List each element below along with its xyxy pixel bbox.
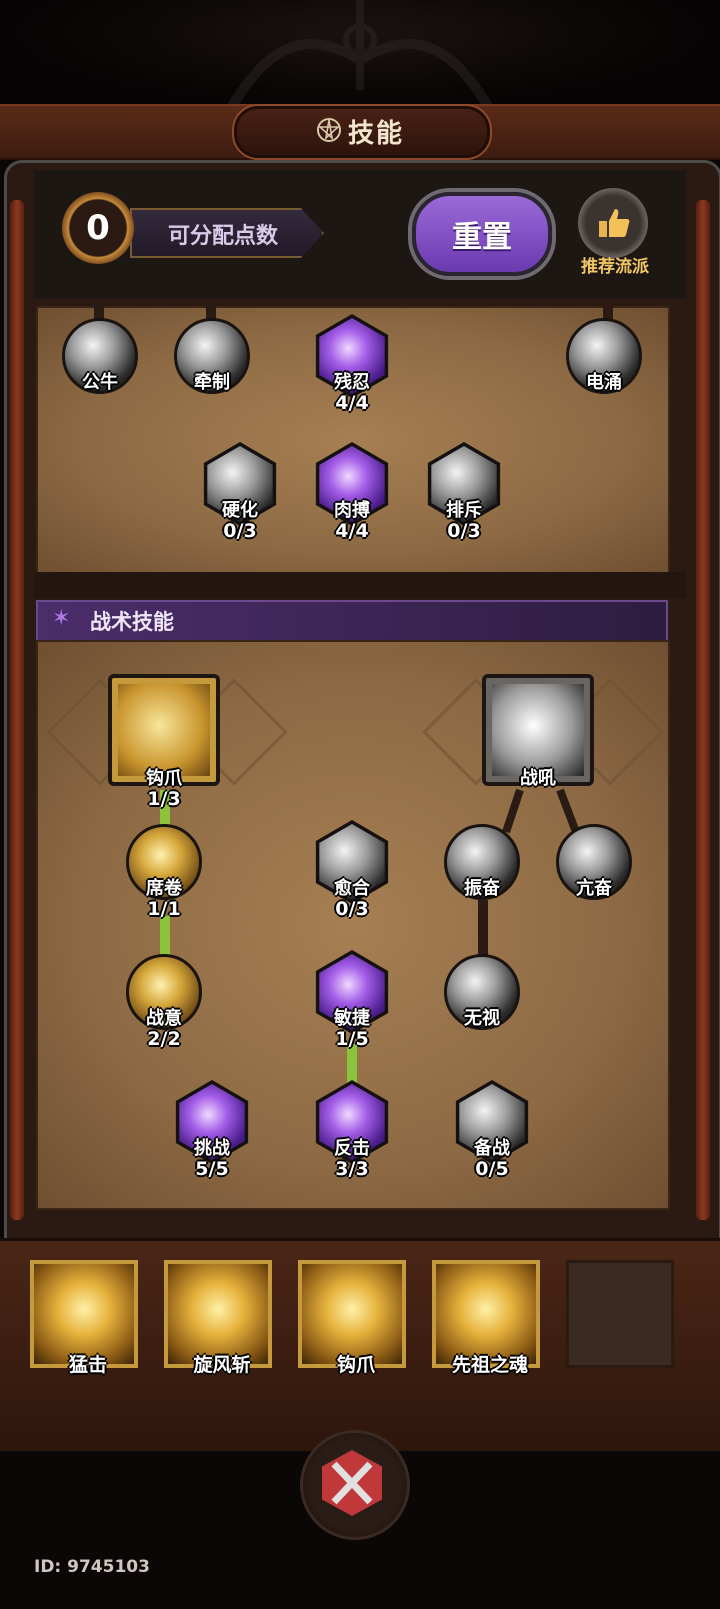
page-title: 技能 — [348, 119, 405, 149]
skill-name: 挑战 — [194, 1138, 230, 1159]
recommend-build-label: 推荐流派 — [581, 257, 649, 277]
skill-node-harden[interactable]: 硬化 0/3 — [202, 442, 278, 542]
skill-node-brawl[interactable]: 肉搏 4/4 — [314, 442, 390, 542]
skill-points-badge: 0 — [62, 192, 134, 264]
skill-name: 亢奋 — [576, 878, 612, 899]
skill-level: 4/4 — [335, 520, 369, 542]
skill-slot-whirlwind[interactable]: 旋风斩 — [164, 1260, 272, 1376]
skill-node-inspire[interactable]: 振奋 — [444, 824, 520, 900]
skill-node-restrain[interactable]: 牵制 — [174, 318, 250, 394]
skill-node-prepare[interactable]: 备战 0/5 — [454, 1080, 530, 1180]
reset-button[interactable]: 重置 — [412, 192, 552, 276]
skill-level: 0/5 — [475, 1158, 509, 1180]
skill-name: 振奋 — [464, 878, 500, 899]
right-rail — [696, 200, 710, 1220]
skill-name: 电涌 — [586, 372, 622, 393]
skill-node-repel[interactable]: 排斥 0/3 — [426, 442, 502, 542]
close-icon — [331, 1461, 373, 1505]
skill-name: 战吼 — [520, 768, 556, 789]
slot-label: 钩爪 — [336, 1354, 375, 1376]
section-divider — [34, 572, 686, 598]
skill-node-bull[interactable]: 公牛 — [62, 318, 138, 394]
tree-link-active — [347, 1044, 357, 1084]
tree-link — [478, 900, 488, 958]
skill-points-value: 0 — [86, 208, 110, 248]
skill-name: 反击 — [334, 1138, 370, 1159]
skill-name: 公牛 — [82, 372, 118, 393]
skill-name: 席卷 — [146, 878, 182, 899]
skill-node-agility[interactable]: 敏捷 1/5 — [314, 950, 390, 1050]
star-icon: ✶ — [52, 606, 71, 631]
skill-node-fighting-spirit[interactable]: 战意 2/2 — [126, 954, 202, 1050]
skill-name: 战意 — [146, 1008, 182, 1029]
skill-level: 2/2 — [147, 1028, 181, 1050]
thumbs-up-icon — [599, 209, 630, 237]
skill-name: 硬化 — [222, 500, 258, 521]
skill-level: 0/3 — [223, 520, 257, 542]
skill-node-cruelty[interactable]: 残忍 4/4 — [314, 314, 390, 414]
skill-name: 无视 — [464, 1008, 500, 1029]
recommend-icon-frame — [578, 188, 648, 258]
left-rail — [10, 200, 24, 1220]
skill-node-surge[interactable]: 电涌 — [566, 318, 642, 394]
slot-label: 旋风斩 — [193, 1354, 251, 1376]
tactics-section-title: 战术技能 — [90, 610, 174, 634]
skill-level: 3/3 — [335, 1158, 369, 1180]
skill-level: 0/3 — [335, 898, 369, 920]
skill-node-sweep[interactable]: 席卷 1/1 — [126, 824, 202, 920]
skill-name: 肉搏 — [334, 500, 370, 521]
skill-node-challenge[interactable]: 挑战 5/5 — [174, 1080, 250, 1180]
skill-name: 敏捷 — [334, 1008, 370, 1029]
skill-level: 0/3 — [447, 520, 481, 542]
recommend-build-button[interactable]: 推荐流派 — [572, 188, 656, 278]
skill-node-ignore[interactable]: 无视 — [444, 954, 520, 1030]
ornament-decoration — [225, 0, 495, 110]
skill-name: 钩爪 — [146, 768, 182, 789]
skill-level: 1/5 — [335, 1028, 369, 1050]
skill-points-label: 可分配点数 — [168, 224, 279, 249]
skill-node-frenzy[interactable]: 亢奋 — [556, 824, 632, 900]
skill-icon — [118, 684, 210, 776]
skill-level: 1/1 — [147, 898, 181, 920]
skill-slot-smash[interactable]: 猛击 — [30, 1260, 138, 1376]
skill-slot-empty[interactable] — [566, 1260, 674, 1368]
skill-node-warcry[interactable]: 战吼 — [482, 674, 594, 789]
skill-slot-ancestor-spirit[interactable]: 先祖之魂 — [432, 1260, 540, 1376]
skill-name: 愈合 — [334, 878, 370, 899]
skill-name: 排斥 — [446, 500, 482, 521]
slot-label: 先祖之魂 — [451, 1354, 528, 1376]
player-id: ID: 9745103 — [34, 1557, 150, 1577]
slot-label: 猛击 — [68, 1354, 107, 1376]
skill-node-counter[interactable]: 反击 3/3 — [314, 1080, 390, 1180]
tree-link-active — [160, 916, 170, 958]
skill-name: 备战 — [474, 1138, 510, 1159]
skill-icon — [492, 684, 584, 776]
skill-slot-grapple[interactable]: 钩爪 — [298, 1260, 406, 1376]
skill-level: 5/5 — [195, 1158, 229, 1180]
reset-button-label: 重置 — [452, 220, 512, 255]
skill-node-grapple[interactable]: 钩爪 1/3 — [108, 674, 220, 810]
skill-name: 残忍 — [334, 372, 370, 393]
skill-node-heal[interactable]: 愈合 0/3 — [314, 820, 390, 920]
skill-level: 4/4 — [335, 392, 369, 414]
skill-name: 牵制 — [194, 372, 230, 393]
pentagram-icon — [317, 118, 341, 142]
skill-level: 1/3 — [147, 788, 181, 810]
